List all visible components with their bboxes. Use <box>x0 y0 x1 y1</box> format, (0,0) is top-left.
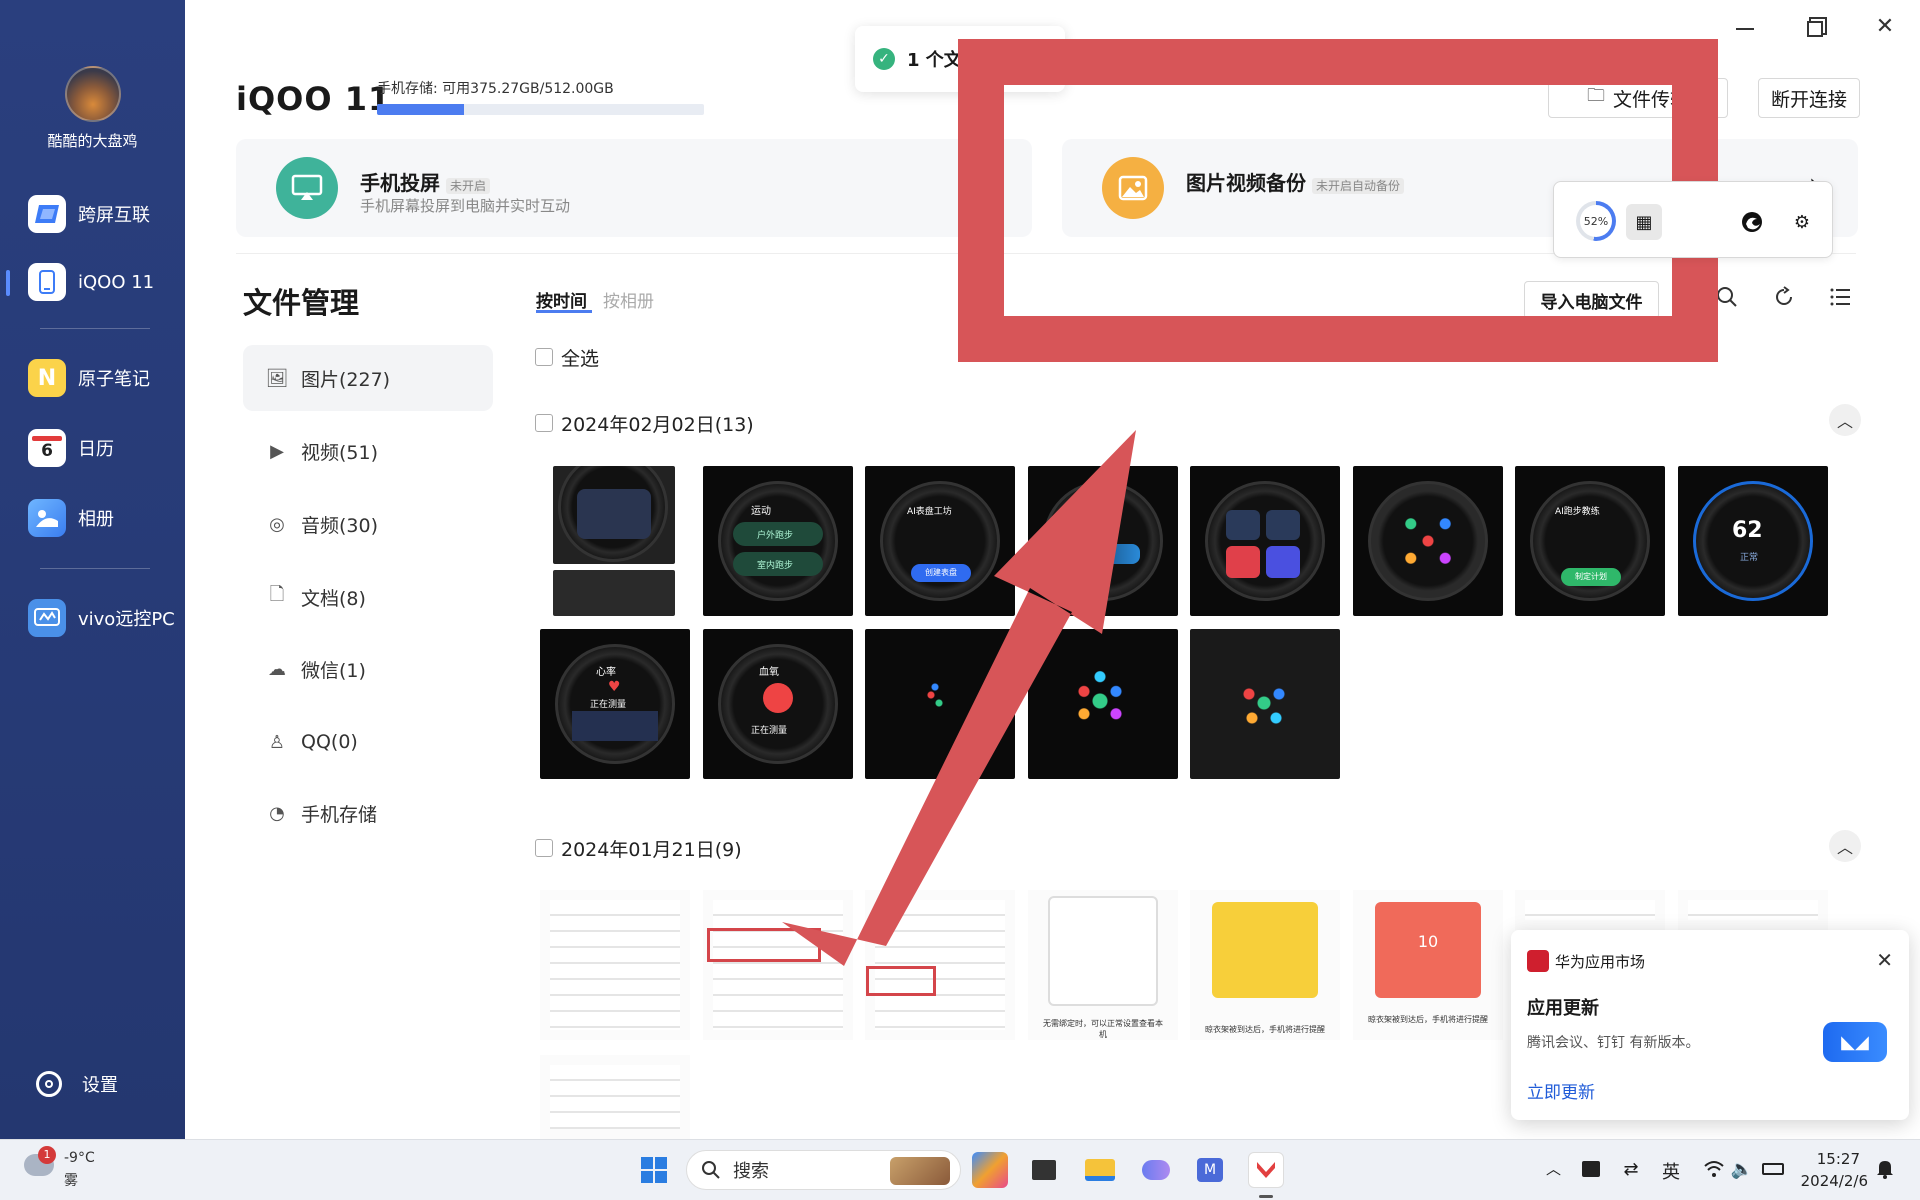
huawei-appgallery-icon <box>1527 950 1549 972</box>
copilot-icon[interactable] <box>972 1152 1008 1188</box>
vivo-office-icon[interactable]: M <box>1192 1152 1228 1188</box>
weather-widget[interactable]: 1 -9°C 雾 <box>22 1146 112 1192</box>
vivo-connect-app-icon[interactable] <box>1248 1152 1284 1188</box>
vivo-tray-icon[interactable] <box>1576 1154 1606 1184</box>
search-placeholder: 搜索 <box>733 1161 769 1182</box>
meeting-app-icon: ◣◢ <box>1823 1022 1887 1062</box>
notification-bell-icon[interactable] <box>1870 1154 1900 1184</box>
notification-app: 华为应用市场 <box>1527 950 1645 972</box>
update-now-link[interactable]: 立即更新 <box>1527 1078 1595 1103</box>
weather-badge: 1 <box>38 1146 56 1164</box>
wifi-icon[interactable] <box>1700 1154 1728 1184</box>
search-icon <box>702 1161 720 1179</box>
taskbar: 1 -9°C 雾 搜索 M ︿ ⇄ 英 🔈 15:27 2024/2/6 <box>0 1139 1920 1200</box>
progress-ring: 52% <box>1576 201 1616 241</box>
sync-arrows-icon[interactable]: ⇄ <box>1616 1154 1646 1184</box>
screenshot-icon[interactable]: ▦ <box>1626 204 1662 240</box>
close-icon[interactable]: ✕ <box>1876 948 1893 972</box>
clock-date[interactable]: 2024/2/6 <box>1796 1172 1868 1190</box>
ime-indicator[interactable]: 英 <box>1662 1158 1680 1184</box>
app-update-notification: 华为应用市场 ✕ 应用更新 腾讯会议、钉钉 有新版本。 ◣◢ 立即更新 <box>1511 930 1909 1120</box>
volume-icon[interactable]: 🔈 <box>1728 1154 1756 1184</box>
weather-desc: 雾 <box>64 1173 78 1189</box>
progress-percent: 52% <box>1580 205 1612 237</box>
file-explorer-icon[interactable] <box>1082 1152 1118 1188</box>
taskbar-search[interactable]: 搜索 <box>686 1150 961 1190</box>
search-highlight-icon <box>890 1157 950 1185</box>
task-view-icon[interactable] <box>1026 1152 1062 1188</box>
notification-body: 腾讯会议、钉钉 有新版本。 <box>1527 1035 1700 1051</box>
weather-temp: -9°C <box>64 1150 95 1166</box>
windows-start-icon[interactable] <box>636 1152 672 1188</box>
quick-tools-popup: 52% ▦ ⚙ <box>1553 181 1833 258</box>
battery-icon[interactable] <box>1758 1154 1788 1184</box>
clock-time[interactable]: 15:27 <box>1800 1150 1860 1168</box>
gear-icon[interactable]: ⚙ <box>1784 204 1820 240</box>
notification-title: 应用更新 <box>1527 998 1599 1019</box>
chevron-up-icon[interactable]: ︿ <box>1546 1158 1561 1179</box>
active-app-indicator <box>1259 1195 1273 1198</box>
edge-browser-icon[interactable] <box>1734 204 1770 240</box>
connect-app-icon[interactable] <box>1138 1152 1174 1188</box>
